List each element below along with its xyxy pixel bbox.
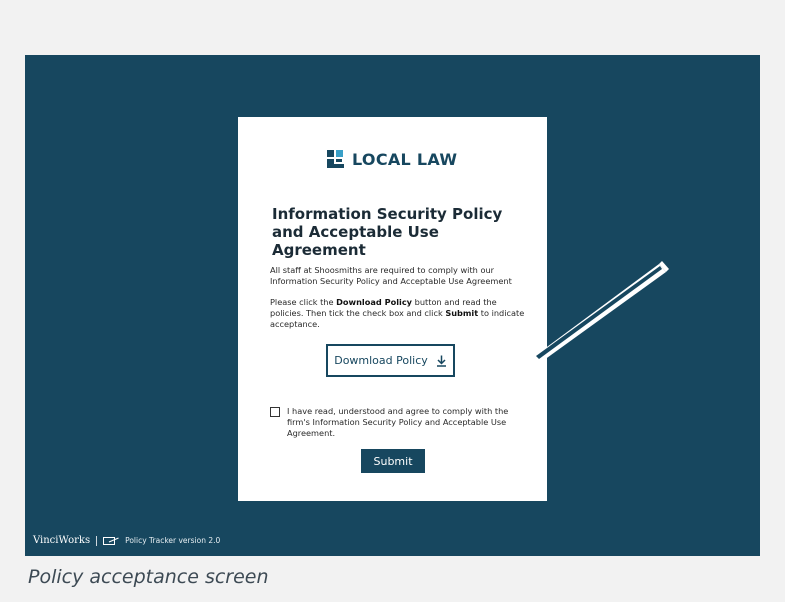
download-policy-label: Dowmload Policy [334,354,428,367]
intro-text: All staff at Shoosmiths are required to … [270,265,512,286]
app-stage: LOCAL LAW Information Security Policy an… [25,55,760,556]
agreement-row: I have read, understood and agree to com… [270,406,529,439]
footer-divider [96,535,98,546]
local-law-logo-mark-icon [327,150,344,168]
instructions-text: Please click the Download Policy button … [270,297,525,329]
footer: VinciWorks Policy Tracker version 2.0 [33,535,220,546]
company-logo: LOCAL LAW [326,149,457,169]
agreement-checkbox[interactable] [270,407,280,417]
download-policy-emphasis: Download Policy [336,297,413,307]
pencil-icon [519,261,669,376]
policy-title: Information Security Policy and Acceptab… [272,205,503,259]
submit-emphasis: Submit [445,308,479,318]
download-icon [436,355,446,367]
agreement-label[interactable]: I have read, understood and agree to com… [287,406,529,439]
screenshot-caption: Policy acceptance screen [28,566,269,588]
download-policy-button[interactable]: Dowmload Policy [326,344,455,377]
pen-card-icon [103,536,119,545]
version-text: Policy Tracker version 2.0 [125,536,221,545]
vinciworks-brand: VinciWorks [33,535,91,546]
logo-text: LOCAL LAW [352,149,458,169]
submit-button[interactable]: Submit [361,449,425,473]
